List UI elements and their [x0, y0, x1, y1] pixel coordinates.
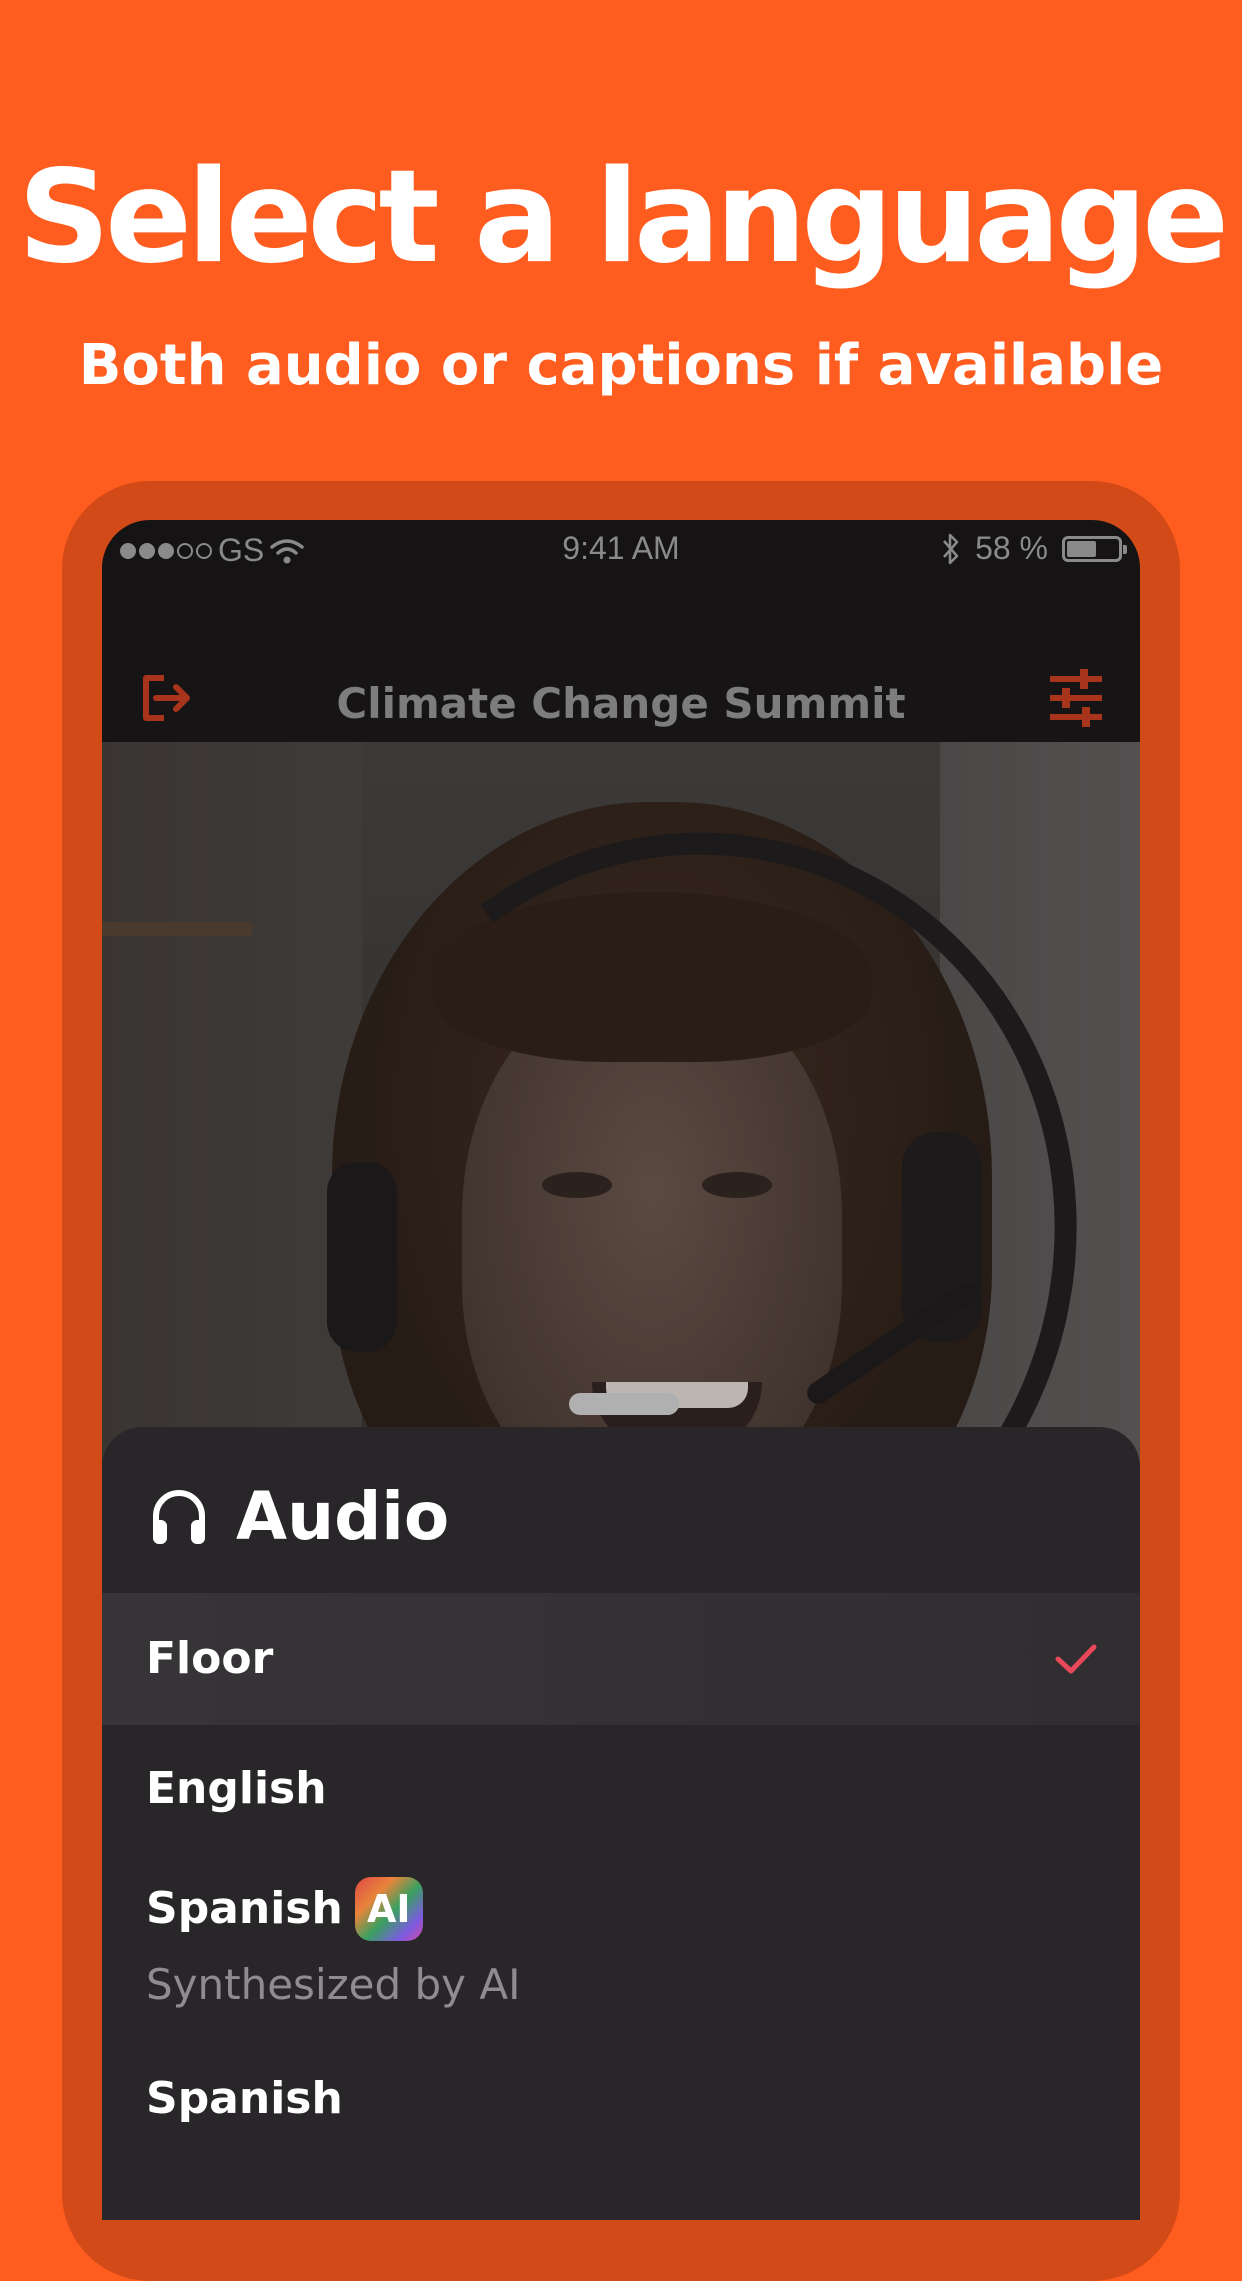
language-label: Spanish [146, 1883, 343, 1934]
video-feed[interactable] [102, 742, 1140, 1502]
audio-sheet: Audio Floor English Spanish AI Synthesize… [102, 1427, 1140, 2220]
language-label: English [146, 1763, 327, 1814]
promo-subtitle: Both audio or captions if available [78, 333, 1164, 398]
battery-fill [1067, 540, 1096, 557]
language-label: Floor [146, 1633, 274, 1684]
language-option-spanish[interactable]: Spanish [102, 2071, 1140, 2161]
language-option-english[interactable]: English [102, 1761, 1140, 1851]
bluetooth-icon [943, 533, 959, 564]
phone-screen: GS 9:41 AM 58 % Climate Change Summit Au… [102, 520, 1140, 2220]
headphones-icon [153, 1490, 205, 1544]
app-title: Climate Change Summit [336, 679, 906, 728]
promo-title: Select a language [17, 143, 1229, 292]
language-label: Spanish [146, 2073, 343, 2124]
status-right: 58 % [941, 530, 1127, 567]
sliders-icon[interactable] [1048, 668, 1104, 728]
sheet-title: Audio [236, 1478, 450, 1555]
battery-icon [1062, 535, 1127, 562]
language-subtitle: Synthesized by AI [146, 1960, 521, 2009]
battery-percent: 58 % [975, 530, 1048, 566]
sheet-grab-handle[interactable] [569, 1393, 679, 1415]
ai-badge: AI [354, 1877, 423, 1941]
sheet-header: Audio [148, 1477, 449, 1557]
language-option-spanish-ai[interactable]: Spanish AI Synthesized by AI [102, 1877, 1140, 2027]
status-bar: GS 9:41 AM 58 % [102, 520, 1140, 576]
check-icon [1055, 1644, 1097, 1674]
language-option-floor[interactable]: Floor [102, 1593, 1140, 1725]
